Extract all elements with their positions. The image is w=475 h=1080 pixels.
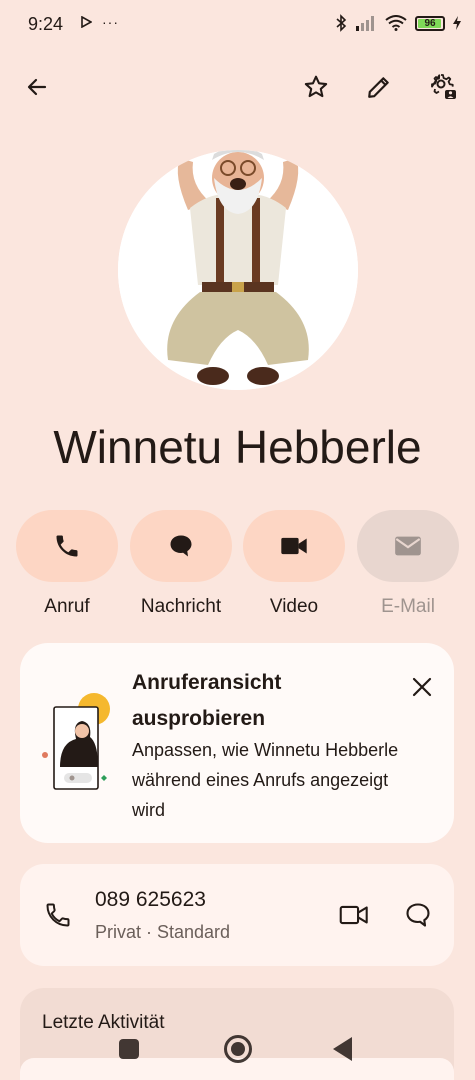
- status-time: 9:24: [28, 14, 64, 34]
- status-bar: 9:24 ··· 96: [0, 0, 475, 48]
- back-arrow-icon: [27, 78, 47, 96]
- call-button[interactable]: [16, 510, 118, 582]
- battery-icon: 96: [415, 15, 445, 31]
- phone-icon: [56, 535, 78, 557]
- contact-name: Winnetu Hebberle: [53, 421, 422, 473]
- signal-icon: [356, 16, 374, 31]
- contact-settings-button[interactable]: [422, 65, 466, 109]
- top-app-bar: [0, 60, 475, 116]
- favorite-button[interactable]: [294, 65, 338, 109]
- video-label: Video: [269, 596, 319, 617]
- wifi-icon: [385, 15, 407, 31]
- call-action[interactable]: Anruf: [16, 510, 118, 618]
- phone-number[interactable]: 089 625623: [95, 888, 206, 912]
- caller-view-illustration: [42, 693, 134, 793]
- promo-close-button[interactable]: [402, 667, 442, 707]
- back-button[interactable]: [15, 65, 59, 109]
- message-action[interactable]: Nachricht: [130, 510, 232, 618]
- call-label: Anruf: [44, 596, 90, 617]
- home-button[interactable]: [224, 1035, 252, 1063]
- video-button[interactable]: [243, 510, 345, 582]
- star-outline-icon: [304, 75, 328, 98]
- contact-settings-icon: [431, 74, 456, 99]
- contact-avatar[interactable]: [118, 150, 358, 390]
- recents-button[interactable]: [119, 1039, 139, 1059]
- message-icon: [170, 535, 192, 557]
- video-camera-icon: [281, 537, 307, 555]
- send-message-button[interactable]: [398, 897, 438, 933]
- email-label: E-Mail: [381, 596, 435, 617]
- caller-view-promo-card[interactable]: Anruferansicht ausprobieren Anpassen, wi…: [20, 643, 454, 843]
- message-button[interactable]: [130, 510, 232, 582]
- phone-call-row-button[interactable]: [40, 897, 76, 933]
- nav-back-button[interactable]: [333, 1037, 352, 1061]
- promo-body: Anpassen, wie Winnetu Hebberle während e…: [132, 740, 399, 820]
- video-outline-icon: [339, 905, 368, 925]
- status-icons: 96: [335, 14, 461, 32]
- pencil-icon: [368, 77, 389, 98]
- mail-icon: [395, 536, 421, 556]
- email-button: [357, 510, 459, 582]
- avatar-photo: [118, 150, 358, 390]
- message-outline-icon: [406, 903, 430, 927]
- edit-button[interactable]: [357, 65, 401, 109]
- charging-icon: [453, 16, 461, 30]
- promo-title: Anruferansicht ausprobieren: [132, 671, 282, 730]
- close-icon: [412, 677, 432, 697]
- phone-label: Privat · Standard: [95, 922, 231, 942]
- caller-view-illustration-icon: [42, 693, 110, 790]
- bluetooth-icon: [336, 14, 347, 32]
- phone-number-card[interactable]: 089 625623 Privat · Standard: [20, 864, 454, 966]
- status-notifications: ···: [80, 14, 119, 30]
- home-dot-icon: [231, 1042, 245, 1056]
- video-call-button[interactable]: [334, 897, 374, 933]
- play-store-notification-icon: [81, 16, 92, 28]
- battery-level: 96: [424, 17, 436, 29]
- more-notifications-icon: ···: [102, 14, 119, 30]
- email-action: E-Mail: [357, 510, 459, 618]
- phone-outline-icon: [46, 903, 70, 927]
- system-navigation-bar: [0, 1030, 475, 1070]
- video-action[interactable]: Video: [243, 510, 345, 618]
- message-label: Nachricht: [140, 596, 222, 617]
